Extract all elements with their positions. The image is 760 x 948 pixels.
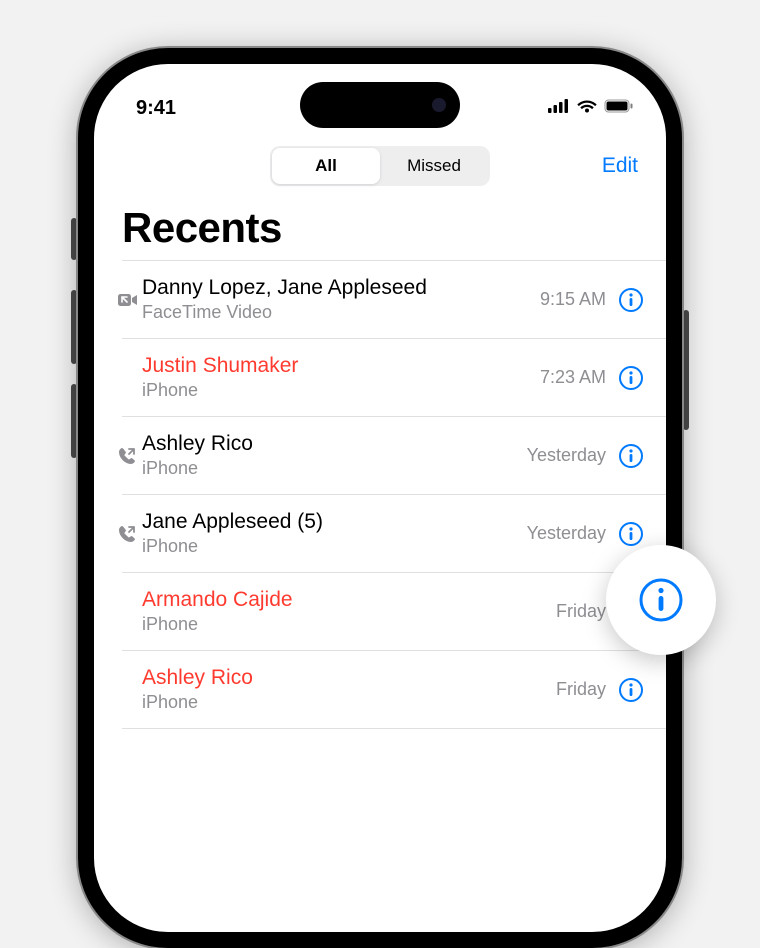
call-time: Friday: [556, 679, 606, 700]
wifi-icon: [576, 98, 598, 119]
segmented-control: All Missed: [270, 146, 490, 186]
volume-down-button[interactable]: [71, 384, 77, 458]
page-title: Recents: [94, 190, 666, 260]
call-time: 9:15 AM: [540, 289, 606, 310]
call-name: Danny Lopez, Jane Appleseed: [142, 275, 540, 301]
call-list: Danny Lopez, Jane Appleseed FaceTime Vid…: [122, 260, 666, 729]
outgoing-call-icon: [118, 447, 142, 465]
edit-button[interactable]: Edit: [602, 154, 638, 178]
call-row[interactable]: Armando Cajide iPhone Friday: [122, 573, 666, 651]
call-name: Justin Shumaker: [142, 353, 540, 379]
info-icon-callout: [606, 545, 716, 655]
call-row[interactable]: Danny Lopez, Jane Appleseed FaceTime Vid…: [122, 261, 666, 339]
call-time: Yesterday: [527, 523, 606, 544]
call-time: 7:23 AM: [540, 367, 606, 388]
call-row[interactable]: Ashley Rico iPhone Friday: [122, 651, 666, 729]
power-button[interactable]: [683, 310, 689, 430]
silence-switch[interactable]: [71, 218, 77, 260]
info-button[interactable]: [618, 521, 644, 547]
call-name: Ashley Rico: [142, 665, 556, 691]
info-button[interactable]: [618, 677, 644, 703]
info-icon: [637, 576, 685, 624]
call-name: Ashley Rico: [142, 431, 527, 457]
info-button[interactable]: [618, 287, 644, 313]
call-subtitle: FaceTime Video: [142, 301, 540, 324]
tab-all[interactable]: All: [272, 148, 380, 184]
call-subtitle: iPhone: [142, 457, 527, 480]
call-subtitle: iPhone: [142, 613, 556, 636]
outgoing-call-icon: [118, 525, 142, 543]
call-time: Yesterday: [527, 445, 606, 466]
info-button[interactable]: [618, 443, 644, 469]
call-subtitle: iPhone: [142, 691, 556, 714]
call-row[interactable]: Justin Shumaker iPhone 7:23 AM: [122, 339, 666, 417]
phone-screen: 9:41 All Missed Edit Recents: [94, 64, 666, 932]
info-button[interactable]: [618, 365, 644, 391]
status-time: 9:41: [136, 97, 176, 120]
volume-up-button[interactable]: [71, 290, 77, 364]
call-subtitle: iPhone: [142, 535, 527, 558]
battery-icon: [604, 99, 634, 118]
cellular-icon: [548, 99, 570, 118]
dynamic-island: [300, 82, 460, 128]
call-time: Friday: [556, 601, 606, 622]
call-subtitle: iPhone: [142, 379, 540, 402]
call-row[interactable]: Ashley Rico iPhone Yesterday: [122, 417, 666, 495]
call-row[interactable]: Jane Appleseed (5) iPhone Yesterday: [122, 495, 666, 573]
call-name: Jane Appleseed (5): [142, 509, 527, 535]
phone-frame: 9:41 All Missed Edit Recents: [78, 48, 682, 948]
video-outgoing-icon: [118, 293, 142, 307]
tab-missed[interactable]: Missed: [380, 148, 488, 184]
header-controls: All Missed Edit: [94, 130, 666, 190]
call-name: Armando Cajide: [142, 587, 556, 613]
